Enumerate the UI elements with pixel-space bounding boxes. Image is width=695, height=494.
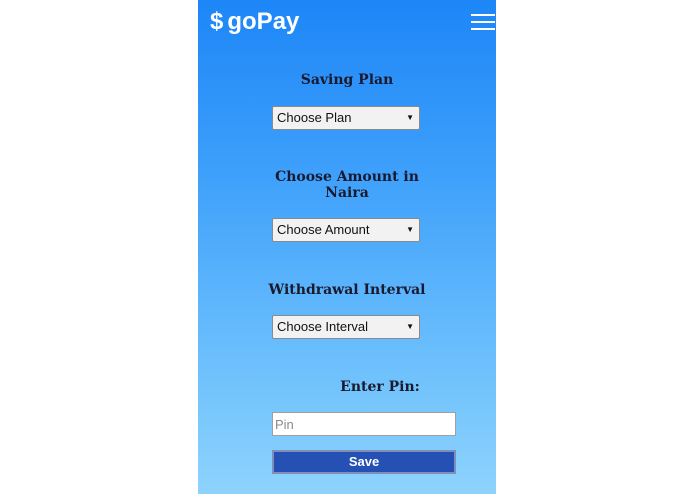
app-screen: $ goPay Saving Plan Choose Plan ▼ Choose… [198,0,496,494]
interval-select[interactable]: Choose Interval ▼ [272,315,420,339]
interval-select-value: Choose Interval [277,319,369,334]
amount-select[interactable]: Choose Amount ▼ [272,218,420,242]
dropdown-arrow-icon: ▼ [406,322,414,331]
amount-label: Choose Amount in Naira [198,169,496,201]
amount-label-line1: Choose Amount in [275,169,419,185]
save-button[interactable]: Save [272,450,456,474]
gopay-logo[interactable]: $ goPay [210,7,299,37]
dropdown-arrow-icon: ▼ [406,225,414,234]
withdrawal-interval-label: Withdrawal Interval [268,282,426,298]
amount-label-line2: Naira [325,185,369,201]
amount-select-value: Choose Amount [277,222,370,237]
menu-bar [471,14,495,16]
logo-text: goPay [227,8,300,35]
dropdown-arrow-icon: ▼ [406,113,414,122]
enter-pin-label: Enter Pin: [340,379,420,395]
dollar-icon: $ [210,8,224,35]
hamburger-menu-icon[interactable] [471,14,495,32]
menu-bar [471,21,495,23]
pin-input[interactable] [272,412,456,436]
menu-bar [471,28,495,30]
plan-select-value: Choose Plan [277,110,352,125]
saving-plan-label: Saving Plan [300,72,394,88]
plan-select[interactable]: Choose Plan ▼ [272,106,420,130]
